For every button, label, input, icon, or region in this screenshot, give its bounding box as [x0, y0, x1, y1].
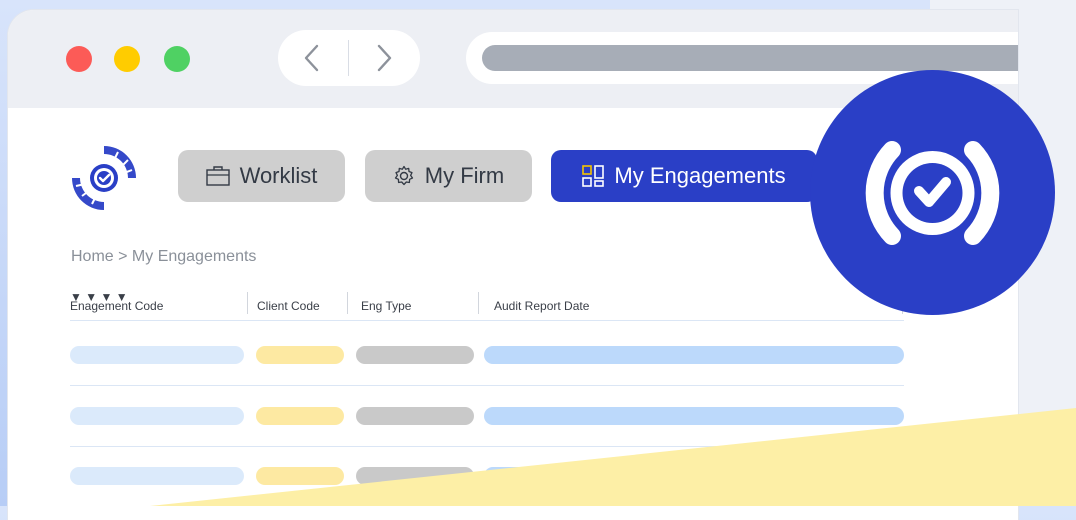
column-divider [247, 292, 248, 314]
column-label: Enagement Code [70, 299, 164, 313]
column-header-eng-type[interactable]: Eng Type [361, 290, 411, 322]
cell-placeholder [256, 407, 344, 425]
column-label: Eng Type [361, 299, 412, 313]
cell-placeholder [256, 467, 344, 485]
row-divider [70, 446, 904, 447]
chevron-left-icon [304, 44, 319, 72]
table-row[interactable] [70, 467, 904, 485]
grid-icon [582, 165, 605, 187]
table-row[interactable] [70, 407, 904, 425]
tab-my-engagements[interactable]: My Engagements [551, 150, 817, 202]
tab-my-engagements-label: My Engagements [614, 163, 786, 188]
breadcrumb: Home > My Engagements [71, 248, 257, 265]
chevron-right-icon [377, 44, 392, 72]
tab-my-firm[interactable]: My Firm [365, 150, 532, 202]
back-button[interactable] [298, 44, 326, 72]
navigation-controls [278, 30, 420, 86]
address-bar-placeholder [482, 45, 1018, 71]
header-divider [70, 320, 904, 321]
cell-placeholder [484, 346, 904, 364]
brand-badge [810, 70, 1055, 315]
cell-placeholder [356, 346, 474, 364]
tab-worklist-label: Worklist [239, 163, 318, 188]
app-logo [72, 146, 136, 210]
cell-placeholder [256, 346, 344, 364]
column-header-engagement-code[interactable]: Enagement Code [70, 290, 163, 322]
tab-worklist[interactable]: Worklist [178, 150, 345, 202]
gear-icon [394, 165, 413, 186]
cell-placeholder [356, 407, 474, 425]
cell-placeholder [70, 467, 244, 485]
cell-placeholder [356, 467, 474, 485]
column-label: Audit Report Date [494, 299, 590, 313]
cell-placeholder [484, 407, 904, 425]
cell-placeholder [484, 467, 904, 485]
close-button[interactable] [66, 46, 92, 72]
column-divider [347, 292, 348, 314]
nav-divider [348, 40, 349, 76]
column-header-client-code[interactable]: Client Code [257, 290, 320, 322]
forward-button[interactable] [370, 44, 398, 72]
tab-my-firm-label: My Firm [424, 163, 505, 188]
maximize-button[interactable] [164, 46, 190, 72]
minimize-button[interactable] [114, 46, 140, 72]
column-divider [478, 292, 479, 314]
table-header: Enagement Code ▼ Client Code ▼ Eng Type … [70, 290, 903, 322]
check-signal-icon [865, 141, 1000, 245]
briefcase-icon [205, 166, 230, 186]
row-divider [70, 385, 904, 386]
column-header-audit-report-date[interactable]: Audit Report Date [494, 290, 589, 322]
table-row[interactable] [70, 346, 904, 364]
column-label: Client Code [257, 299, 320, 313]
cell-placeholder [70, 346, 244, 364]
cell-placeholder [70, 407, 244, 425]
